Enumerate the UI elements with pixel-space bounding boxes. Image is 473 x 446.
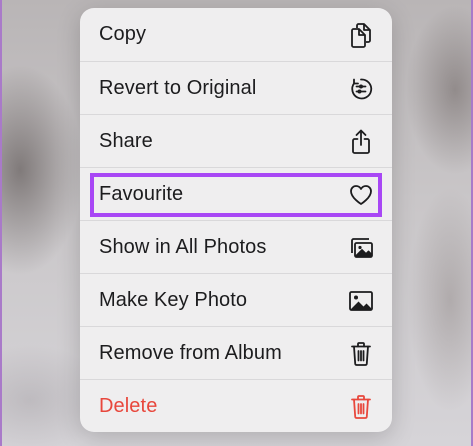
menu-item-revert-to-original[interactable]: Revert to Original [80,61,392,114]
menu-item-label: Show in All Photos [99,236,267,258]
menu-item-label: Share [99,130,153,152]
photos-icon [348,235,374,261]
menu-item-label: Make Key Photo [99,289,248,311]
menu-item-label: Remove from Album [99,342,282,364]
menu-item-label: Copy [99,23,147,45]
menu-item-share[interactable]: Share [80,114,392,167]
menu-item-label: Revert to Original [99,77,257,99]
revert-icon [348,76,374,102]
copy-icon [348,22,374,48]
menu-item-show-in-all-photos[interactable]: Show in All Photos [80,220,392,273]
share-icon [348,129,374,155]
menu-item-copy[interactable]: Copy [80,8,392,61]
heart-icon [348,182,374,208]
trash-icon [348,394,374,420]
menu-item-label: Delete [99,395,158,417]
photo-icon [348,288,374,314]
context-menu: Copy Revert to Original Share Favourite … [80,8,392,432]
menu-item-make-key-photo[interactable]: Make Key Photo [80,273,392,326]
menu-item-remove-from-album[interactable]: Remove from Album [80,326,392,379]
menu-item-delete[interactable]: Delete [80,379,392,432]
trash-icon [348,341,374,367]
menu-item-label: Favourite [99,183,184,205]
menu-item-favourite[interactable]: Favourite [80,167,392,220]
